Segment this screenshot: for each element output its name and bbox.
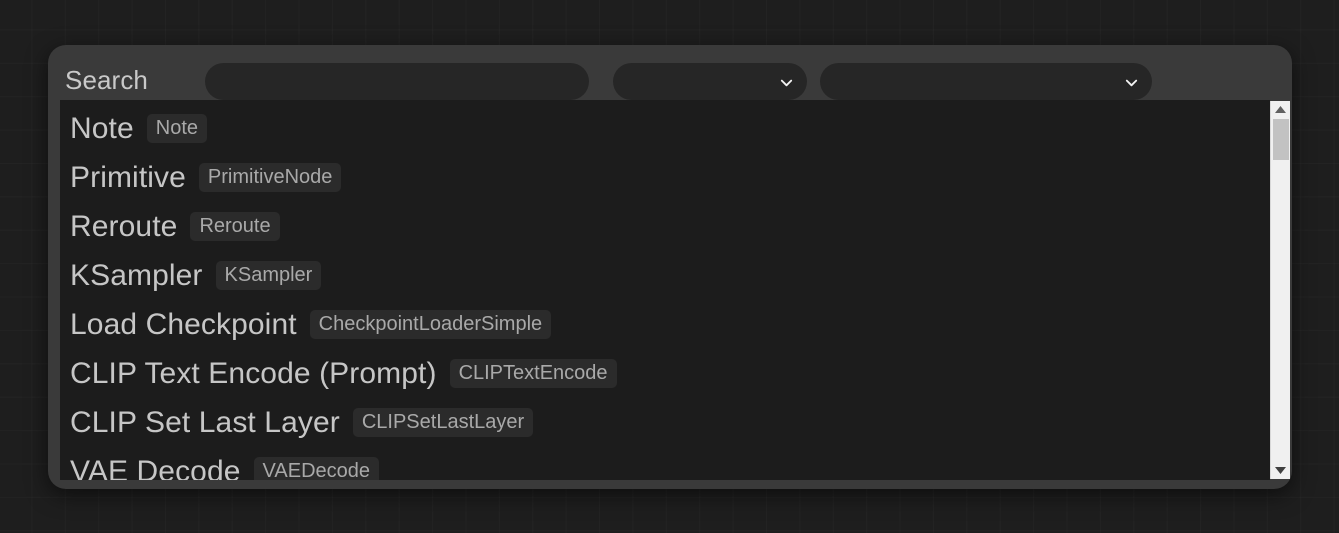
search-result-row[interactable]: Reroute Reroute xyxy=(60,202,1270,251)
search-result-row[interactable]: Note Note xyxy=(60,104,1270,153)
search-result-node-type-badge: Reroute xyxy=(190,212,280,241)
search-result-row[interactable]: Primitive PrimitiveNode xyxy=(60,153,1270,202)
search-label: Search xyxy=(65,65,148,95)
triangle-up-icon[interactable] xyxy=(1271,101,1290,118)
search-result-node-type-badge: PrimitiveNode xyxy=(198,163,342,192)
search-result-node-type-badge: VAEDecode xyxy=(253,457,380,480)
search-result-title: Note xyxy=(70,111,134,145)
search-result-row[interactable]: KSampler KSampler xyxy=(60,251,1270,300)
search-results-panel[interactable]: Note Note Primitive PrimitiveNode Reroute Rer… xyxy=(60,100,1270,480)
search-result-node-type-badge: CheckpointLoaderSimple xyxy=(309,310,552,339)
search-result-title: CLIP Text Encode (Prompt) xyxy=(70,356,437,390)
search-result-title: Reroute xyxy=(70,209,178,243)
category-select[interactable] xyxy=(613,63,807,100)
triangle-down-icon[interactable] xyxy=(1271,462,1290,479)
search-result-node-type-badge: Note xyxy=(146,114,208,143)
search-result-node-type-badge: KSampler xyxy=(215,261,322,290)
chevron-down-icon xyxy=(1124,75,1139,90)
node-select[interactable] xyxy=(820,63,1152,100)
scrollbar-thumb[interactable] xyxy=(1273,119,1289,160)
node-graph-canvas[interactable]: Search Note Note Primitive PrimitiveNode… xyxy=(0,0,1339,533)
search-result-title: Load Checkpoint xyxy=(70,307,297,341)
search-result-title: VAE Decode xyxy=(70,454,241,481)
results-scrollbar[interactable] xyxy=(1270,101,1290,479)
search-results-list: Note Note Primitive PrimitiveNode Reroute Rer… xyxy=(60,100,1270,480)
search-result-title: CLIP Set Last Layer xyxy=(70,405,340,439)
search-result-row[interactable]: CLIP Text Encode (Prompt) CLIPTextEncode xyxy=(60,349,1270,398)
search-result-row[interactable]: VAE Decode VAEDecode xyxy=(60,447,1270,480)
search-result-row[interactable]: CLIP Set Last Layer CLIPSetLastLayer xyxy=(60,398,1270,447)
search-result-node-type-badge: CLIPTextEncode xyxy=(449,359,617,388)
scrollbar-track[interactable] xyxy=(1271,118,1290,462)
search-result-node-type-badge: CLIPSetLastLayer xyxy=(352,408,534,437)
search-result-title: KSampler xyxy=(70,258,203,292)
search-result-title: Primitive xyxy=(70,160,186,194)
node-search-dialog: Search Note Note Primitive PrimitiveNode… xyxy=(48,45,1292,489)
chevron-down-icon xyxy=(779,75,794,90)
search-dialog-header: Search xyxy=(48,45,1292,100)
search-result-row[interactable]: Load Checkpoint CheckpointLoaderSimple xyxy=(60,300,1270,349)
search-input[interactable] xyxy=(205,63,589,100)
